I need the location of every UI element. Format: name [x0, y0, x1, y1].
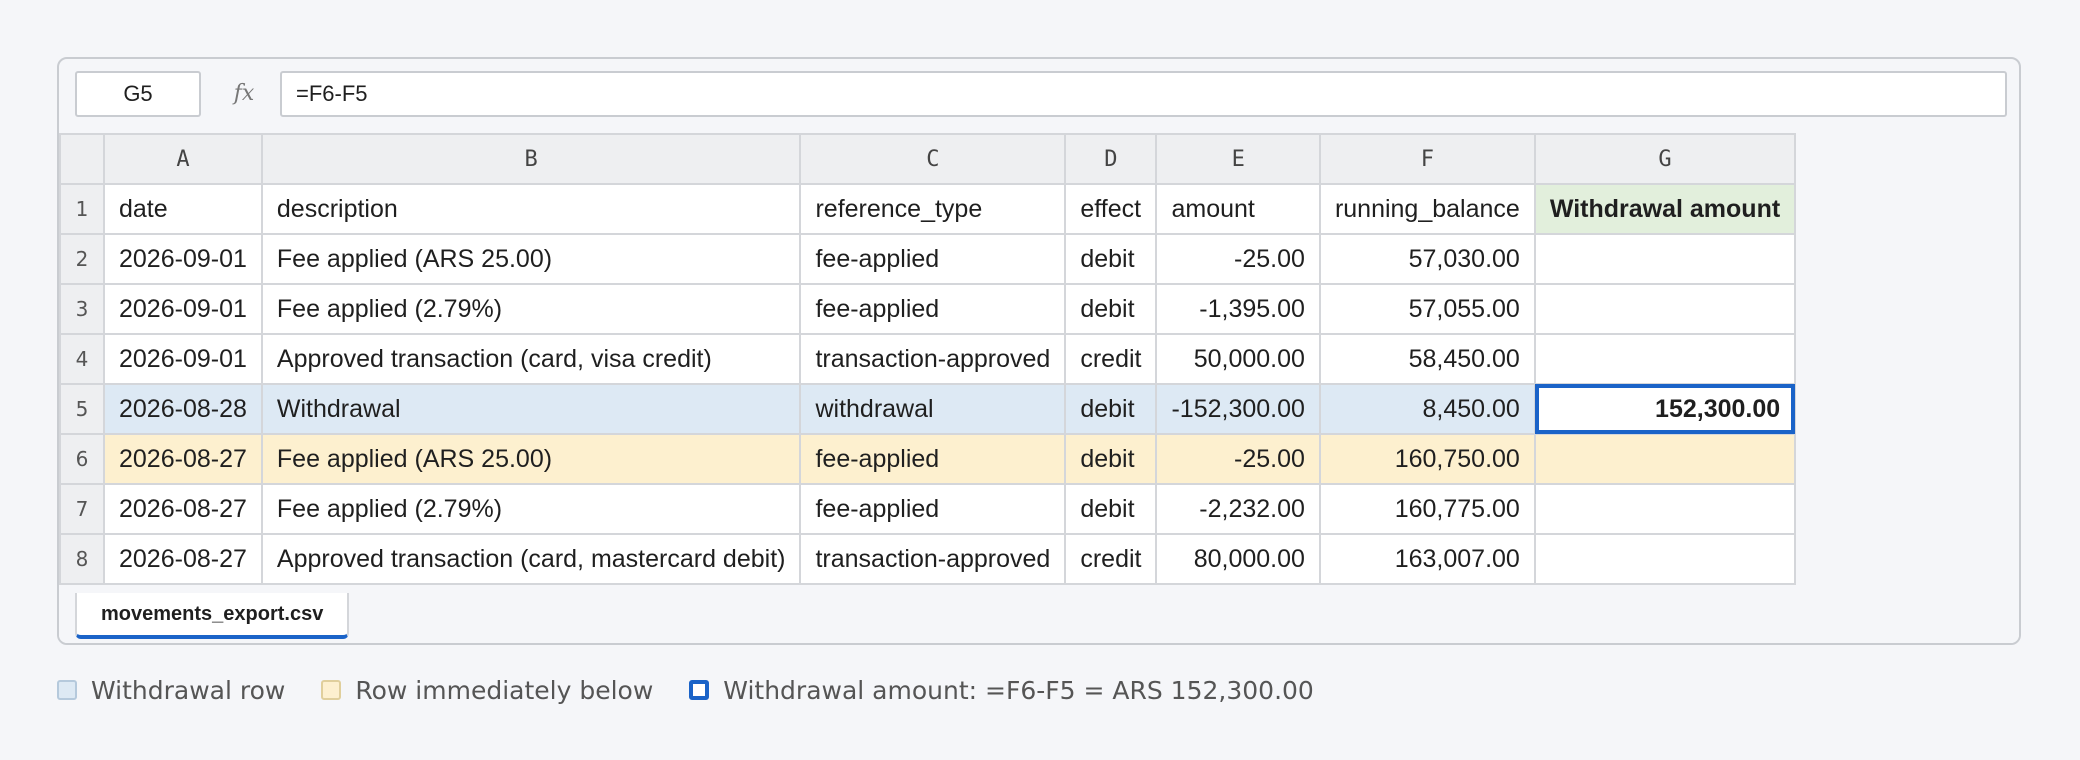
cell-f6[interactable]: 160,750.00: [1318, 433, 1536, 485]
table-row: 8 2026-08-27 Approved transaction (card,…: [59, 533, 1797, 585]
cell-e7[interactable]: -2,232.00: [1155, 483, 1321, 535]
row-header-1[interactable]: 1: [59, 183, 105, 235]
column-header-e[interactable]: E: [1155, 133, 1321, 185]
table-row-withdrawal: 5 2026-08-28 Withdrawal withdrawal debit…: [59, 383, 1797, 435]
column-header-row: A B C D E F G: [59, 133, 1797, 185]
cell-c8[interactable]: transaction-approved: [799, 533, 1067, 585]
row-header-5[interactable]: 5: [59, 383, 105, 435]
yellow-swatch-icon: [321, 680, 342, 700]
cell-g7[interactable]: [1533, 483, 1797, 535]
table-row: 7 2026-08-27 Fee applied (2.79%) fee-app…: [59, 483, 1797, 535]
cell-b8[interactable]: Approved transaction (card, mastercard d…: [260, 533, 802, 585]
row-header-3[interactable]: 3: [59, 283, 105, 335]
cell-a7[interactable]: 2026-08-27: [103, 483, 263, 535]
cell-c7[interactable]: fee-applied: [799, 483, 1067, 535]
cell-c5[interactable]: withdrawal: [799, 383, 1067, 435]
cell-f7[interactable]: 160,775.00: [1318, 483, 1536, 535]
table-row: 3 2026-09-01 Fee applied (2.79%) fee-app…: [59, 283, 1797, 335]
sheet-tab-bar: movements_export.csv: [59, 587, 2019, 643]
cell-g4[interactable]: [1533, 333, 1797, 385]
cell-a5[interactable]: 2026-08-28: [103, 383, 263, 435]
cell-e2[interactable]: -25.00: [1155, 233, 1321, 285]
cell-b3[interactable]: Fee applied (2.79%): [260, 283, 802, 335]
formula-bar: G5 fx =F6-F5: [59, 59, 2019, 133]
legend-item-withdrawal-row: Withdrawal row: [57, 676, 285, 705]
cell-d4[interactable]: credit: [1064, 333, 1158, 385]
cell-f4[interactable]: 58,450.00: [1318, 333, 1536, 385]
column-header-c[interactable]: C: [799, 133, 1067, 185]
cell-b5[interactable]: Withdrawal: [260, 383, 802, 435]
cell-g1[interactable]: Withdrawal amount: [1533, 183, 1797, 235]
cell-c4[interactable]: transaction-approved: [799, 333, 1067, 385]
row-header-6[interactable]: 6: [59, 433, 105, 485]
cell-a4[interactable]: 2026-09-01: [103, 333, 263, 385]
column-header-a[interactable]: A: [103, 133, 263, 185]
legend-label-row-below: Row immediately below: [355, 675, 654, 705]
cell-a2[interactable]: 2026-09-01: [103, 233, 263, 285]
cell-a1[interactable]: date: [103, 183, 263, 235]
cell-c3[interactable]: fee-applied: [799, 283, 1067, 335]
column-header-b[interactable]: B: [260, 133, 802, 185]
table-row-below-withdrawal: 6 2026-08-27 Fee applied (ARS 25.00) fee…: [59, 433, 1797, 485]
cell-g8[interactable]: [1533, 533, 1797, 585]
row-header-8[interactable]: 8: [59, 533, 105, 585]
cell-f8[interactable]: 163,007.00: [1318, 533, 1536, 585]
cell-c6[interactable]: fee-applied: [799, 433, 1067, 485]
legend-item-formula: Withdrawal amount: =F6-F5 = ARS 152,300.…: [689, 676, 1314, 705]
cell-e4[interactable]: 50,000.00: [1155, 333, 1321, 385]
column-header-g[interactable]: G: [1533, 133, 1797, 185]
spreadsheet-window: G5 fx =F6-F5 A B C D E F G 1 date descri…: [57, 57, 2021, 645]
cell-e3[interactable]: -1,395.00: [1155, 283, 1321, 335]
row-header-7[interactable]: 7: [59, 483, 105, 535]
cell-g6[interactable]: [1533, 433, 1797, 485]
fx-icon: fx: [233, 81, 255, 106]
cell-e1[interactable]: amount: [1155, 183, 1321, 235]
cell-f2[interactable]: 57,030.00: [1318, 233, 1536, 285]
legend-label-withdrawal-row: Withdrawal row: [91, 675, 286, 705]
cell-b4[interactable]: Approved transaction (card, visa credit): [260, 333, 802, 385]
cell-a3[interactable]: 2026-09-01: [103, 283, 263, 335]
cell-d1[interactable]: effect: [1064, 183, 1158, 235]
select-all-corner[interactable]: [59, 133, 105, 185]
legend-label-formula: Withdrawal amount: =F6-F5 = ARS 152,300.…: [723, 675, 1314, 705]
blue-swatch-icon: [57, 680, 77, 700]
cell-b1[interactable]: description: [260, 183, 802, 235]
cell-b2[interactable]: Fee applied (ARS 25.00): [260, 233, 802, 285]
cell-d5[interactable]: debit: [1064, 383, 1158, 435]
name-box[interactable]: G5: [75, 71, 201, 117]
row-header-4[interactable]: 4: [59, 333, 105, 385]
cell-c2[interactable]: fee-applied: [799, 233, 1067, 285]
cell-f5[interactable]: 8,450.00: [1318, 383, 1536, 435]
cell-e8[interactable]: 80,000.00: [1155, 533, 1321, 585]
cell-d7[interactable]: debit: [1064, 483, 1158, 535]
cell-g3[interactable]: [1533, 283, 1797, 335]
formula-input[interactable]: =F6-F5: [280, 71, 2007, 117]
cell-f3[interactable]: 57,055.00: [1318, 283, 1536, 335]
table-row: 1 date description reference_type effect…: [59, 183, 1797, 235]
sheet-tab-movements-export[interactable]: movements_export.csv: [75, 593, 350, 639]
cell-d3[interactable]: debit: [1064, 283, 1158, 335]
spreadsheet-grid: A B C D E F G 1 date description referen…: [59, 133, 1797, 585]
cell-b6[interactable]: Fee applied (ARS 25.00): [260, 433, 802, 485]
cell-d6[interactable]: debit: [1064, 433, 1158, 485]
cell-d8[interactable]: credit: [1064, 533, 1158, 585]
cell-e6[interactable]: -25.00: [1155, 433, 1321, 485]
cell-g5-selected[interactable]: 152,300.00: [1533, 383, 1797, 435]
table-row: 4 2026-09-01 Approved transaction (card,…: [59, 333, 1797, 385]
cell-g2[interactable]: [1533, 233, 1797, 285]
table-row: 2 2026-09-01 Fee applied (ARS 25.00) fee…: [59, 233, 1797, 285]
legend: Withdrawal row Row immediately below Wit…: [57, 672, 1350, 708]
cell-b7[interactable]: Fee applied (2.79%): [260, 483, 802, 535]
cell-c1[interactable]: reference_type: [799, 183, 1067, 235]
column-header-f[interactable]: F: [1318, 133, 1536, 185]
cell-e5[interactable]: -152,300.00: [1155, 383, 1321, 435]
cell-d2[interactable]: debit: [1064, 233, 1158, 285]
row-header-2[interactable]: 2: [59, 233, 105, 285]
column-header-d[interactable]: D: [1064, 133, 1158, 185]
selection-outline-icon: [689, 680, 710, 700]
cell-a6[interactable]: 2026-08-27: [103, 433, 263, 485]
cell-a8[interactable]: 2026-08-27: [103, 533, 263, 585]
cell-f1[interactable]: running_balance: [1318, 183, 1536, 235]
legend-item-row-below: Row immediately below: [321, 676, 653, 705]
